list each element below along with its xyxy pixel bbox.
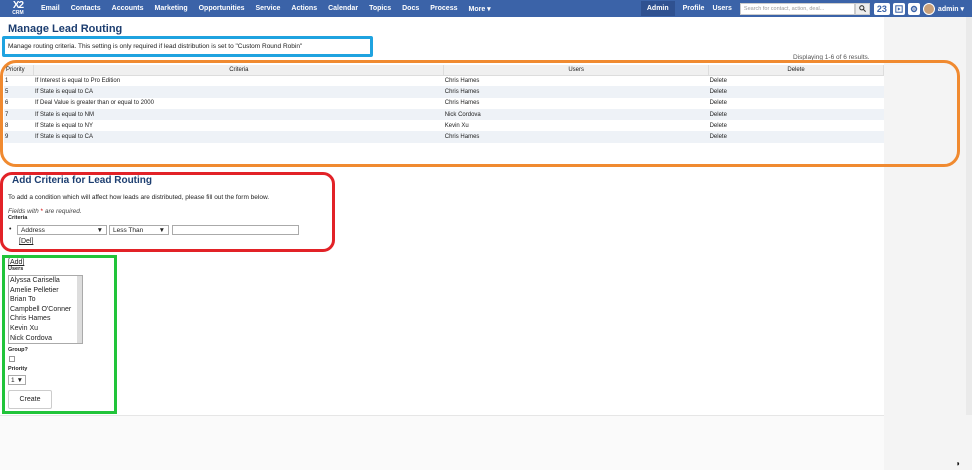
nav-process[interactable]: Process [430,5,457,12]
nav-email[interactable]: Email [41,5,60,12]
main-nav: Email Contacts Accounts Marketing Opport… [41,5,502,13]
logo-text: CRM [12,10,24,16]
nav-topics[interactable]: Topics [369,5,391,12]
top-nav-bar: X2 CRM Email Contacts Accounts Marketing… [0,0,972,17]
notification-count-badge[interactable]: 23 [873,2,890,15]
nav-actions[interactable]: Actions [291,5,317,12]
x2crm-logo[interactable]: X2 CRM [5,0,31,17]
page-scrollbar[interactable] [966,17,972,415]
nav-users[interactable]: Users [712,5,731,12]
nav-docs[interactable]: Docs [402,5,419,12]
page-title: Manage Lead Routing [8,23,123,35]
nav-profile[interactable]: Profile [683,5,705,12]
annotation-box-green [2,255,117,414]
user-menu[interactable]: admin ▾ [938,5,964,13]
search-icon[interactable] [854,2,870,15]
nav-calendar[interactable]: Calendar [328,5,358,12]
nav-accounts[interactable]: Accounts [112,5,144,12]
nav-more[interactable]: More ▾ [468,5,490,13]
nav-contacts[interactable]: Contacts [71,5,101,12]
nav-service[interactable]: Service [256,5,281,12]
gear-icon[interactable] [907,2,920,15]
nav-opportunities[interactable]: Opportunities [199,5,245,12]
feed-icon[interactable] [892,2,905,15]
page-footer-area [0,415,884,470]
annotation-box-red [0,172,335,252]
global-search-input[interactable]: Search for contact, action, deal... [739,2,855,15]
contrast-icon[interactable]: ◑ [955,459,960,468]
user-avatar[interactable] [922,2,935,15]
annotation-box-blue [2,36,373,57]
nav-admin[interactable]: Admin [640,1,675,16]
annotation-box-orange [0,60,960,167]
right-nav: Admin Profile Users Search for contact, … [640,0,972,17]
nav-marketing[interactable]: Marketing [155,5,188,12]
